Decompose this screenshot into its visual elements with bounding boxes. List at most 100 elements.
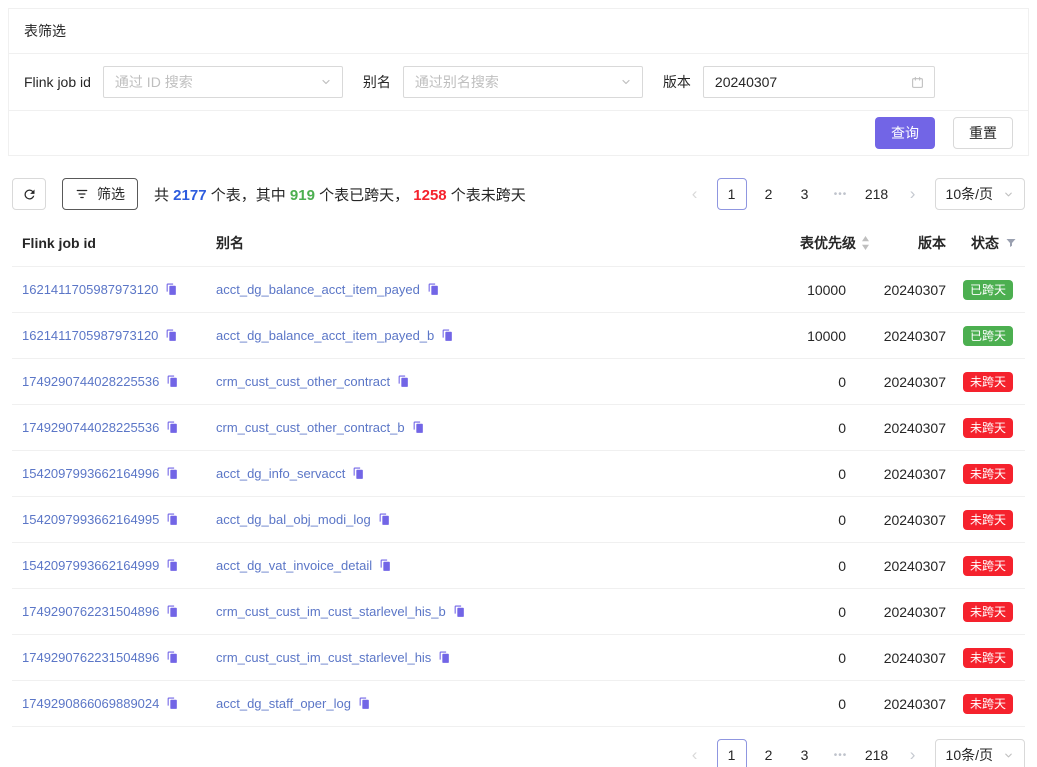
version-label: 版本	[663, 72, 691, 92]
header-status-label: 状态	[971, 235, 999, 251]
copy-icon[interactable]	[358, 697, 371, 710]
priority-cell: 0	[734, 405, 874, 451]
copy-icon[interactable]	[352, 467, 365, 480]
query-button[interactable]: 查询	[875, 117, 935, 149]
summary-uncrossed-count: 1258	[413, 187, 446, 204]
status-badge: 已跨天	[963, 326, 1013, 346]
alias-link[interactable]: acct_dg_staff_oper_log	[216, 696, 351, 711]
alias-link[interactable]: crm_cust_cust_im_cust_starlevel_his	[216, 650, 431, 665]
filter-actions: 查询 重置	[9, 111, 1028, 155]
header-flink-job-id: Flink job id	[12, 220, 208, 267]
status-badge: 未跨天	[963, 602, 1013, 622]
flink-job-id-link[interactable]: 1542097993662164996	[22, 466, 159, 481]
alias-input[interactable]	[404, 67, 642, 97]
copy-icon[interactable]	[397, 375, 410, 388]
refresh-button[interactable]	[12, 178, 46, 210]
flink-job-id-link[interactable]: 1621411705987973120	[22, 282, 158, 297]
copy-icon[interactable]	[379, 559, 392, 572]
data-table: Flink job id 别名 表优先级 版本 状态 1621411705987…	[12, 220, 1025, 727]
version-input[interactable]	[704, 67, 934, 97]
pagination-ellipsis[interactable]: •••	[827, 178, 855, 210]
filter-button[interactable]: 筛选	[62, 178, 138, 210]
copy-icon[interactable]	[165, 283, 178, 296]
header-priority[interactable]: 表优先级	[734, 220, 874, 267]
summary-crossed-count: 919	[290, 187, 315, 204]
copy-icon[interactable]	[166, 697, 179, 710]
page-3-button[interactable]: 3	[791, 178, 819, 210]
copy-icon[interactable]	[441, 329, 454, 342]
version-cell: 20240307	[874, 635, 950, 681]
version-cell: 20240307	[874, 543, 950, 589]
next-page-button[interactable]: ›	[899, 739, 927, 767]
status-badge: 未跨天	[963, 418, 1013, 438]
table-row: 1621411705987973120 acct_dg_balance_acct…	[12, 313, 1025, 359]
page-size-select[interactable]: 10条/页	[935, 739, 1025, 767]
flink-job-id-select[interactable]	[103, 66, 343, 98]
copy-icon[interactable]	[166, 513, 179, 526]
reset-button[interactable]: 重置	[953, 117, 1013, 149]
copy-icon[interactable]	[427, 283, 440, 296]
version-date-picker[interactable]	[703, 66, 935, 98]
copy-icon[interactable]	[165, 329, 178, 342]
alias-select[interactable]	[403, 66, 643, 98]
alias-link[interactable]: acct_dg_balance_acct_item_payed_b	[216, 328, 434, 343]
table-summary: 共 2177 个表，其中 919 个表已跨天， 1258 个表未跨天	[154, 184, 526, 205]
flink-job-id-link[interactable]: 1749290744028225536	[22, 420, 159, 435]
alias-link[interactable]: acct_dg_vat_invoice_detail	[216, 558, 372, 573]
page-2-button[interactable]: 2	[755, 178, 783, 210]
filter-button-label: 筛选	[97, 184, 125, 204]
status-badge: 未跨天	[963, 464, 1013, 484]
copy-icon[interactable]	[166, 651, 179, 664]
page-size-select[interactable]: 10条/页	[935, 178, 1025, 210]
flink-job-id-link[interactable]: 1749290762231504896	[22, 604, 159, 619]
filter-row: Flink job id 别名 版本	[9, 54, 1028, 111]
prev-page-button[interactable]: ‹	[681, 739, 709, 767]
copy-icon[interactable]	[166, 375, 179, 388]
version-cell: 20240307	[874, 359, 950, 405]
status-badge: 未跨天	[963, 694, 1013, 714]
alias-link[interactable]: crm_cust_cust_im_cust_starlevel_his_b	[216, 604, 446, 619]
flink-job-id-link[interactable]: 1749290744028225536	[22, 374, 159, 389]
flink-job-id-link[interactable]: 1542097993662164999	[22, 558, 159, 573]
flink-job-id-link[interactable]: 1542097993662164995	[22, 512, 159, 527]
flink-job-id-link[interactable]: 1749290762231504896	[22, 650, 159, 665]
copy-icon[interactable]	[166, 559, 179, 572]
copy-icon[interactable]	[453, 605, 466, 618]
page-218-button[interactable]: 218	[863, 178, 891, 210]
copy-icon[interactable]	[166, 421, 179, 434]
header-status[interactable]: 状态	[950, 220, 1025, 267]
copy-icon[interactable]	[166, 467, 179, 480]
alias-link[interactable]: acct_dg_bal_obj_modi_log	[216, 512, 371, 527]
table-row: 1542097993662164996 acct_dg_info_servacc…	[12, 451, 1025, 497]
flink-job-id-link[interactable]: 1749290866069889024	[22, 696, 159, 711]
copy-icon[interactable]	[412, 421, 425, 434]
table-toolbar: 筛选 共 2177 个表，其中 919 个表已跨天， 1258 个表未跨天 ‹ …	[12, 178, 1025, 210]
alias-link[interactable]: acct_dg_balance_acct_item_payed	[216, 282, 420, 297]
prev-page-button[interactable]: ‹	[681, 178, 709, 210]
flink-job-id-input[interactable]	[104, 67, 342, 97]
flink-job-id-label: Flink job id	[24, 74, 91, 90]
flink-job-id-link[interactable]: 1621411705987973120	[22, 328, 158, 343]
priority-cell: 10000	[734, 313, 874, 359]
page-2-button[interactable]: 2	[755, 739, 783, 767]
page-3-button[interactable]: 3	[791, 739, 819, 767]
pagination-top: ‹ 1 2 3 ••• 218 › 10条/页	[673, 178, 1025, 210]
pagination-ellipsis[interactable]: •••	[827, 739, 855, 767]
page-1-button[interactable]: 1	[717, 178, 747, 210]
table-row: 1749290744028225536 crm_cust_cust_other_…	[12, 359, 1025, 405]
summary-text: 个表已跨天，	[315, 187, 413, 204]
copy-icon[interactable]	[438, 651, 451, 664]
copy-icon[interactable]	[378, 513, 391, 526]
page-1-button[interactable]: 1	[717, 739, 747, 767]
page-218-button[interactable]: 218	[863, 739, 891, 767]
priority-cell: 0	[734, 497, 874, 543]
alias-link[interactable]: acct_dg_info_servacct	[216, 466, 345, 481]
next-page-button[interactable]: ›	[899, 178, 927, 210]
filter-funnel-icon[interactable]	[1005, 237, 1017, 249]
status-badge: 未跨天	[963, 556, 1013, 576]
copy-icon[interactable]	[166, 605, 179, 618]
alias-link[interactable]: crm_cust_cust_other_contract_b	[216, 420, 405, 435]
sort-icon[interactable]	[861, 236, 870, 250]
alias-link[interactable]: crm_cust_cust_other_contract	[216, 374, 390, 389]
page-size-value: 10条/页	[946, 184, 993, 204]
